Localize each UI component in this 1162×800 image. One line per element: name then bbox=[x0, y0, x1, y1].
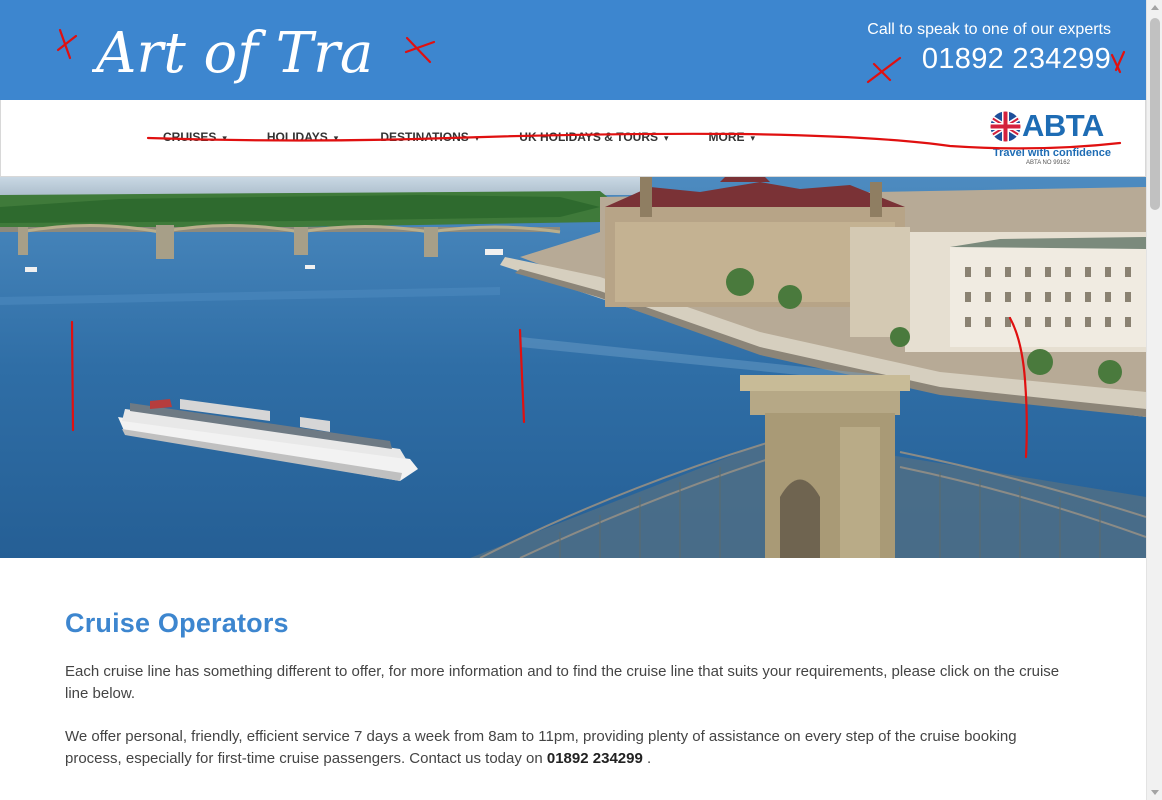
scroll-down-arrow-icon[interactable] bbox=[1151, 790, 1159, 795]
service-paragraph-text: We offer personal, friendly, efficient s… bbox=[65, 728, 1017, 767]
chevron-down-icon: ▾ bbox=[474, 133, 480, 143]
union-globe-icon bbox=[989, 110, 1022, 143]
top-header-bar: Art of Travel Call to speak to one of ou… bbox=[0, 0, 1146, 100]
main-navigation: CRUISES ▾ HOLIDAYS ▾ DESTINATIONS ▾ UK HOLI… bbox=[0, 100, 1146, 177]
chevron-down-icon: ▾ bbox=[750, 133, 756, 143]
chevron-down-icon: ▾ bbox=[663, 133, 669, 143]
chevron-down-icon: ▾ bbox=[333, 133, 339, 143]
hero-image-budapest bbox=[0, 177, 1146, 558]
main-content: Cruise Operators Each cruise line has so… bbox=[65, 608, 1075, 791]
nav-item-label: DESTINATIONS bbox=[380, 130, 469, 144]
service-paragraph-end: . bbox=[642, 750, 652, 767]
header-phone-number[interactable]: 01892 234299 bbox=[922, 43, 1111, 76]
nav-item-holidays[interactable]: HOLIDAYS ▾ bbox=[267, 130, 338, 144]
nav-item-label: CRUISES bbox=[163, 130, 217, 144]
scrollbar-thumb[interactable] bbox=[1150, 18, 1160, 210]
nav-item-more[interactable]: MORE ▾ bbox=[709, 130, 756, 144]
abta-badge[interactable]: ABTA Travel with confidence ABTA NO 9916… bbox=[986, 108, 1121, 168]
abta-number: ABTA NO 99162 bbox=[1026, 160, 1070, 166]
nav-item-label: UK HOLIDAYS & TOURS bbox=[519, 130, 658, 144]
nav-item-label: HOLIDAYS bbox=[266, 130, 328, 144]
art-of-travel-logo[interactable]: Art of Travel bbox=[92, 4, 372, 94]
scroll-up-arrow-icon[interactable] bbox=[1151, 5, 1159, 10]
nav-item-label: MORE bbox=[708, 130, 745, 144]
abta-wordmark: ABTA bbox=[1022, 108, 1104, 143]
page-title: Cruise Operators bbox=[65, 608, 289, 638]
logo-text: Art of Travel bbox=[92, 21, 372, 86]
intro-paragraph: Each cruise line has something different… bbox=[65, 663, 1060, 702]
nav-menu: CRUISES ▾ HOLIDAYS ▾ DESTINATIONS ▾ UK HOLI… bbox=[163, 130, 795, 144]
abta-tagline: Travel with confidence bbox=[993, 147, 1111, 159]
contact-phone-link[interactable]: 01892 234299 bbox=[547, 750, 643, 767]
service-paragraph: We offer personal, friendly, efficient s… bbox=[65, 726, 1075, 770]
chevron-down-icon: ▾ bbox=[222, 133, 227, 143]
vertical-scrollbar[interactable] bbox=[1146, 0, 1162, 800]
call-experts-text: Call to speak to one of our experts bbox=[867, 21, 1111, 38]
page: Art of Travel Call to speak to one of ou… bbox=[0, 0, 1146, 800]
nav-item-uk-holidays-tours[interactable]: UK HOLIDAYS & TOURS ▾ bbox=[519, 130, 668, 144]
hero-illustration bbox=[0, 177, 1146, 558]
nav-item-destinations[interactable]: DESTINATIONS ▾ bbox=[380, 130, 479, 144]
nav-item-cruises[interactable]: CRUISES ▾ bbox=[163, 130, 227, 144]
